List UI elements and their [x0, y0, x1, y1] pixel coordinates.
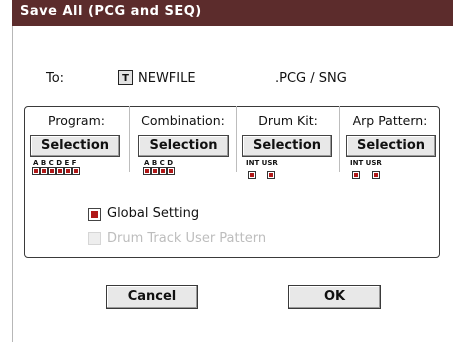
- bank-checkbox-int[interactable]: [248, 171, 256, 179]
- arp-pattern-label: Arp Pattern:: [352, 113, 428, 128]
- bank-checkbox-b[interactable]: [151, 167, 159, 175]
- bank-checkbox-c[interactable]: [48, 167, 56, 175]
- drum-kit-selection-button[interactable]: Selection: [242, 135, 332, 157]
- file-extension: .PCG / SNG: [275, 71, 347, 86]
- global-setting-label: Global Setting: [107, 206, 200, 221]
- cancel-button[interactable]: Cancel: [106, 285, 198, 309]
- bank-checkbox-d[interactable]: [167, 167, 175, 175]
- bank-checkbox-a[interactable]: [32, 167, 40, 175]
- combination-label: Combination:: [141, 113, 225, 128]
- bank-checkbox-d[interactable]: [56, 167, 64, 175]
- bank-checkbox-e[interactable]: [64, 167, 72, 175]
- filename-field[interactable]: NEWFILE: [138, 71, 196, 86]
- drum-kit-label: Drum Kit:: [258, 113, 318, 128]
- program-label: Program:: [48, 113, 105, 128]
- dialog-title: Save All (PCG and SEQ): [20, 4, 202, 19]
- bank-checkbox-int[interactable]: [352, 171, 360, 179]
- bank-checkbox-usr[interactable]: [267, 171, 275, 179]
- program-bank-checkboxes: [32, 167, 80, 175]
- to-label: To:: [46, 71, 65, 86]
- drum-kit-bank-letters: INT USR: [246, 159, 278, 167]
- ok-button[interactable]: OK: [288, 285, 381, 309]
- combination-selection-button[interactable]: Selection: [138, 135, 229, 157]
- bank-checkbox-usr[interactable]: [372, 171, 380, 179]
- bank-checkbox-b[interactable]: [40, 167, 48, 175]
- global-setting-checkbox[interactable]: [88, 208, 101, 221]
- bank-checkbox-f[interactable]: [72, 167, 80, 175]
- arp-pattern-selection-button[interactable]: Selection: [346, 135, 436, 157]
- window-edge: [12, 26, 13, 342]
- combination-bank-letters: A B C D: [144, 159, 174, 167]
- drum-track-user-pattern-label: Drum Track User Pattern: [107, 231, 267, 246]
- drum-track-user-pattern-checkbox[interactable]: [88, 232, 101, 245]
- program-bank-letters: A B C D E F: [33, 159, 77, 167]
- program-selection-button[interactable]: Selection: [30, 135, 120, 157]
- arp-pattern-bank-letters: INT USR: [350, 159, 382, 167]
- bank-checkbox-a[interactable]: [143, 167, 151, 175]
- bank-checkbox-c[interactable]: [159, 167, 167, 175]
- text-edit-icon[interactable]: T: [118, 70, 133, 85]
- combination-bank-checkboxes: [143, 167, 175, 175]
